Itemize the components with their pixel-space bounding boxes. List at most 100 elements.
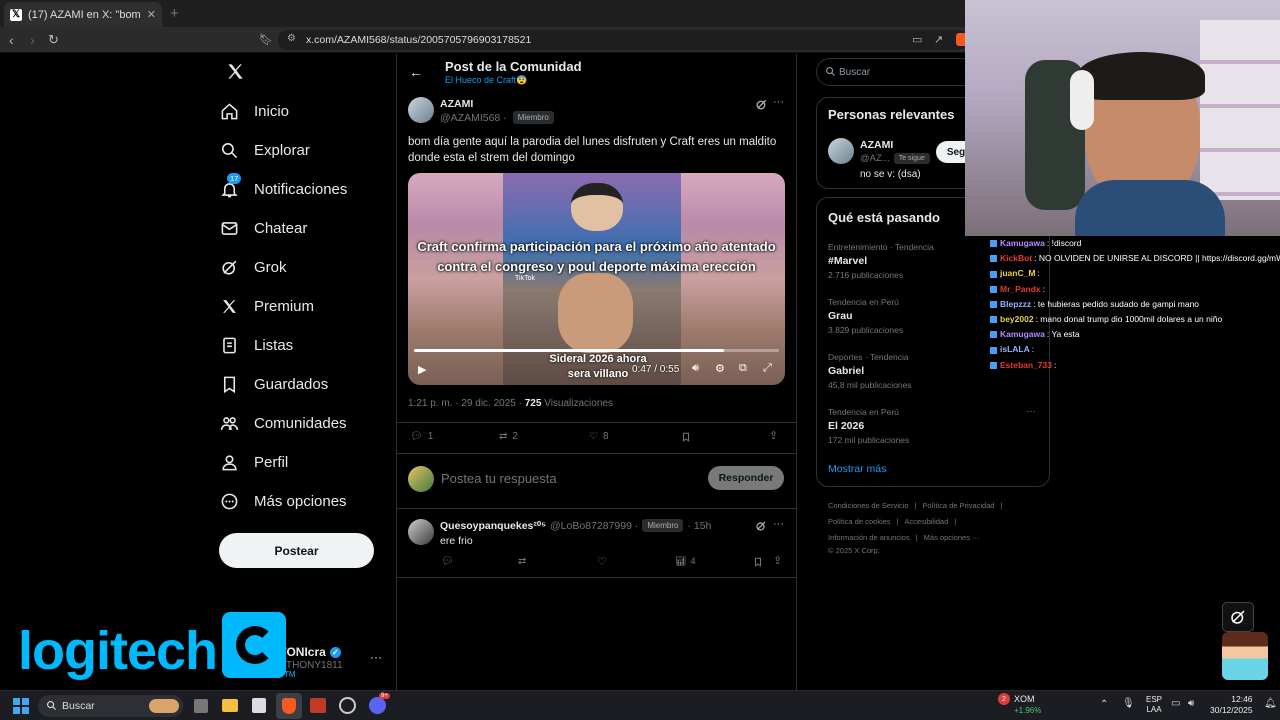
share-icon[interactable]: ⇪ [769, 429, 778, 442]
microphone-icon[interactable]: 🎙︎ [1122, 698, 1135, 709]
reply-handle[interactable]: @LoBo87287999 · [550, 520, 638, 532]
relevant-handle[interactable]: @AZ... [860, 153, 890, 164]
author-name[interactable]: AZAMI [440, 98, 473, 110]
site-info-icon[interactable]: ⚙︎ [287, 33, 296, 44]
footer-link[interactable]: Información de anuncios [828, 533, 910, 542]
nav-listas[interactable]: Listas [218, 334, 293, 356]
repost-action[interactable]: ⇄ 2 [499, 431, 518, 442]
repost-icon[interactable]: ⇄ [518, 556, 526, 567]
language-indicator[interactable]: ESP LAA [1146, 695, 1162, 715]
task-view-icon[interactable] [194, 699, 208, 713]
reply-author-avatar[interactable] [408, 519, 434, 545]
post-timestamp[interactable]: 1:21 p. m. · 29 dic. 2025 · [408, 398, 522, 409]
pip-icon[interactable]: ⧉ [739, 362, 747, 375]
trend-more-icon[interactable]: ··· [1026, 406, 1036, 417]
heart-icon[interactable]: ♡ [597, 555, 607, 568]
chat-username[interactable]: KickBot [1000, 253, 1032, 263]
grok-icon[interactable] [755, 520, 767, 532]
reply-input[interactable]: Postea tu respuesta [441, 471, 557, 486]
url-field[interactable]: ⚙︎ x.com/AZAMI568/status/200570579690317… [278, 30, 968, 50]
video-progress-track[interactable] [414, 349, 779, 352]
video-player[interactable]: TikTok Craft confirma participación para… [408, 173, 785, 385]
share-icon[interactable]: ↗ [934, 33, 943, 47]
chat-username[interactable]: Esteban_733 [1000, 360, 1052, 370]
reply-author[interactable]: Quesoypanquekes²⁰⁵ [440, 520, 546, 532]
stock-name[interactable]: XOM [1014, 694, 1035, 704]
footer-link[interactable]: Más opciones ··· [924, 533, 980, 542]
nav-mas-opciones[interactable]: Más opciones [218, 490, 347, 512]
browser-tab[interactable]: 𝕏 (17) AZAMI en X: "bom día gente ✕ [4, 2, 162, 27]
chat-username[interactable]: Blepzzz [1000, 299, 1031, 309]
chat-username[interactable]: bey2002 [1000, 314, 1034, 324]
bookmark-icon[interactable] [753, 556, 763, 568]
settings-icon[interactable]: ⚙︎ [715, 362, 725, 375]
new-tab-icon[interactable]: + [170, 5, 179, 22]
reply-icon[interactable]: 💬︎ [441, 556, 454, 567]
nav-guardados[interactable]: Guardados [218, 373, 328, 395]
discord-icon[interactable] [369, 697, 386, 714]
reply-time[interactable]: · 15h [687, 520, 711, 532]
nav-perfil[interactable]: Perfil [218, 451, 288, 473]
back-arrow-icon[interactable]: ← [409, 64, 423, 80]
cast-icon[interactable]: ▭ [912, 33, 922, 47]
obs-icon[interactable] [339, 697, 356, 714]
clock[interactable]: 12:46 30/12/2025 [1210, 694, 1253, 716]
post-button[interactable]: Postear [219, 533, 374, 568]
grok-icon[interactable] [755, 98, 768, 111]
nav-grok[interactable]: Grok [218, 256, 287, 278]
author-avatar[interactable] [408, 97, 434, 123]
trend-item[interactable]: Deportes · Tendencia Gabriel 45,8 mil pu… [828, 352, 1028, 390]
speaker-icon[interactable]: 🔊︎ [1188, 698, 1194, 709]
nav-premium[interactable]: Premium [218, 295, 314, 317]
back-icon[interactable]: ‹ [9, 33, 14, 47]
reply-action[interactable]: 💬︎ 1 [410, 431, 433, 442]
nav-inicio[interactable]: Inicio [218, 100, 289, 122]
more-icon[interactable]: ··· [773, 518, 784, 530]
chat-username[interactable]: juanC_M [1000, 268, 1035, 278]
bookmark-page-icon[interactable]: 🔖︎ [259, 33, 273, 47]
chat-username[interactable]: isLALA [1000, 344, 1030, 354]
nav-comunidades[interactable]: Comunidades [218, 412, 347, 434]
notification-center-icon[interactable]: 🔔︎ [1264, 698, 1277, 709]
fullscreen-icon[interactable]: ⤢ [763, 362, 772, 375]
store-icon[interactable] [252, 698, 266, 713]
footer-link[interactable]: Condiciones de Servicio [828, 501, 908, 510]
search-input[interactable]: Buscar [816, 58, 976, 86]
reply-button[interactable]: Responder [708, 466, 784, 490]
share-icon[interactable]: ⇪ [773, 554, 782, 567]
taskbar-search[interactable]: Buscar [38, 695, 183, 717]
footer-link[interactable]: Accesibilidad [905, 517, 949, 526]
voice-app-icon[interactable] [310, 698, 326, 713]
nav-explorar[interactable]: Explorar [218, 139, 310, 161]
reload-icon[interactable]: ↻ [48, 33, 59, 47]
views-action[interactable]: 📊︎ 4 [675, 556, 695, 567]
close-tab-icon[interactable]: ✕ [147, 8, 156, 21]
nav-chatear[interactable]: Chatear [218, 217, 307, 239]
more-icon[interactable]: ··· [773, 96, 784, 108]
show-more-link[interactable]: Mostrar más [828, 463, 886, 475]
chat-username[interactable]: Kamugawa [1000, 238, 1045, 248]
chat-username[interactable]: Kamugawa [1000, 329, 1045, 339]
play-icon[interactable]: ▶ [418, 363, 426, 376]
file-explorer-icon[interactable] [222, 699, 238, 712]
like-action[interactable]: ♡ 8 [589, 431, 609, 442]
x-logo-icon[interactable] [226, 62, 245, 81]
network-icon[interactable]: ▭ [1171, 698, 1180, 709]
chat-username[interactable]: Mr_Pandx [1000, 284, 1041, 294]
footer-link[interactable]: Política de Privacidad [922, 501, 994, 510]
forward-icon[interactable]: › [30, 33, 35, 47]
community-link[interactable]: El Hueco de Craft😨 [445, 75, 527, 86]
relevant-avatar[interactable] [828, 138, 854, 164]
author-handle[interactable]: @AZAMI568 · [440, 112, 507, 124]
trend-item[interactable]: Tendencia en Perú El 2026 172 mil public… [828, 407, 1028, 445]
bookmark-icon[interactable] [681, 431, 691, 443]
volume-icon[interactable]: 🔊︎ [692, 362, 699, 375]
windows-start-icon[interactable] [13, 698, 29, 714]
chat-text: : NO OLVIDEN DE UNIRSE AL DISCORD || htt… [1034, 253, 1280, 264]
account-more-icon[interactable]: ··· [370, 650, 382, 664]
footer-link[interactable]: Política de cookies [828, 517, 891, 526]
nav-notificaciones[interactable]: 17 Notificaciones [218, 173, 347, 200]
relevant-name[interactable]: AZAMI [860, 139, 893, 151]
browser-taskbar-button[interactable] [276, 693, 302, 719]
tray-chevron-icon[interactable]: ⌃ [1100, 699, 1108, 710]
